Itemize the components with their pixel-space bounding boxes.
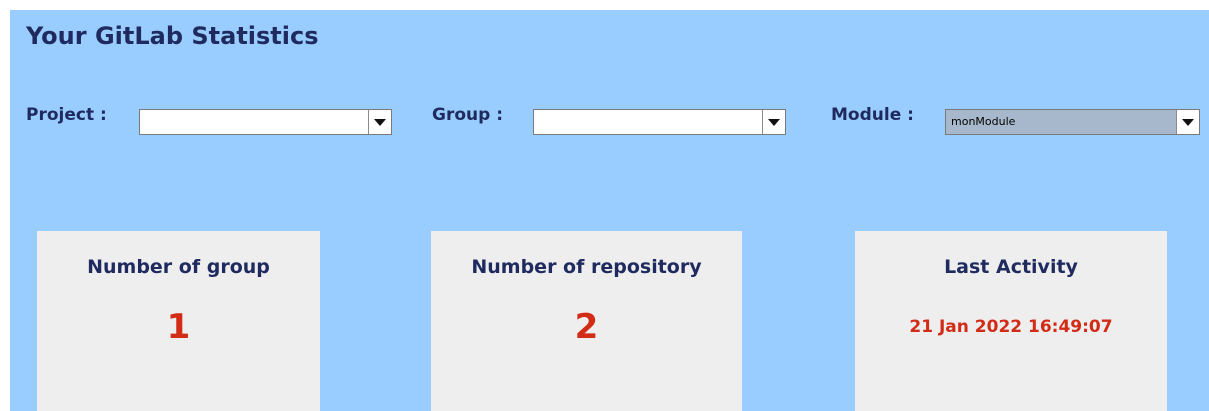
chevron-down-icon — [1182, 119, 1194, 126]
chevron-down-icon — [768, 119, 780, 126]
last-activity-label: Last Activity — [944, 256, 1078, 278]
group-count-card: Number of group 1 — [37, 231, 320, 411]
group-label: Group : — [432, 105, 504, 125]
project-select[interactable] — [139, 109, 392, 135]
page-title: Your GitLab Statistics — [26, 22, 319, 50]
repository-count-label: Number of repository — [471, 256, 702, 278]
group-count-value: 1 — [166, 307, 191, 347]
repository-count-value: 2 — [574, 307, 599, 347]
group-select[interactable] — [533, 109, 786, 135]
repository-count-card: Number of repository 2 — [431, 231, 742, 411]
chevron-down-icon — [374, 119, 386, 126]
statistics-panel: Your GitLab Statistics Project : Group :… — [10, 10, 1209, 411]
last-activity-card: Last Activity 21 Jan 2022 16:49:07 — [855, 231, 1167, 411]
project-dropdown-button[interactable] — [368, 110, 391, 134]
group-count-label: Number of group — [87, 256, 270, 278]
module-dropdown-button[interactable] — [1176, 110, 1199, 134]
project-label: Project : — [26, 105, 107, 125]
module-label: Module : — [831, 105, 914, 125]
module-select[interactable]: monModule — [945, 109, 1200, 135]
last-activity-value: 21 Jan 2022 16:49:07 — [909, 317, 1113, 337]
group-dropdown-button[interactable] — [762, 110, 785, 134]
module-select-value: monModule — [951, 115, 1016, 128]
